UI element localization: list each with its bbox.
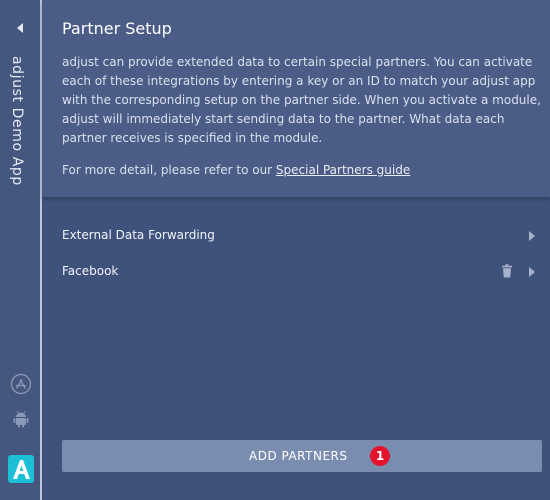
app-store-button[interactable] [10, 373, 32, 395]
partner-setup-info-panel: Partner Setup adjust can provide extende… [42, 0, 550, 197]
trash-icon[interactable] [501, 264, 513, 278]
chevron-right-icon [529, 231, 535, 241]
android-button[interactable] [10, 408, 32, 430]
add-partners-button[interactable]: ADD PARTNERS 1 [62, 440, 542, 472]
notification-badge: 1 [370, 446, 390, 466]
partner-label: Facebook [62, 264, 119, 278]
info-detail: For more detail, please refer to our Spe… [62, 161, 410, 180]
page-title: Partner Setup [62, 19, 172, 38]
chevron-left-icon [17, 23, 23, 33]
partner-label: External Data Forwarding [62, 228, 215, 242]
chevron-right-icon [529, 267, 535, 277]
sidebar: adjust Demo App [0, 0, 42, 500]
collapse-sidebar-button[interactable] [10, 18, 30, 38]
info-description: adjust can provide extended data to cert… [62, 55, 541, 145]
partner-row-external-data-forwarding[interactable]: External Data Forwarding [42, 218, 550, 254]
android-icon [13, 411, 29, 428]
app-name: adjust Demo App [9, 56, 25, 186]
adjust-logo-icon [13, 460, 30, 479]
adjust-logo-button[interactable] [8, 455, 34, 483]
special-partners-guide-link[interactable]: Special Partners guide [276, 163, 410, 177]
add-partners-label: ADD PARTNERS [249, 449, 348, 463]
app-store-icon [10, 373, 32, 395]
partner-row-facebook[interactable]: Facebook [42, 254, 550, 290]
info-detail-prefix: For more detail, please refer to our [62, 163, 276, 177]
